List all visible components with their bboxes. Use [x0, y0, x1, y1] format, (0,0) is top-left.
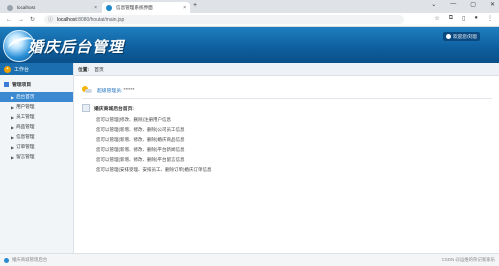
new-tab-button[interactable]: +: [193, 2, 197, 9]
sidebar-item-messages[interactable]: ▶ 留言管理: [0, 152, 73, 162]
browser-tab-localhost[interactable]: localhost ×: [3, 2, 101, 13]
info-title: 婚庆商城后台首页:: [94, 106, 134, 112]
workspace-icon: +: [4, 65, 11, 73]
sidebar-item-home[interactable]: ▶ 后台首页: [0, 92, 73, 102]
caret-right-icon: ▶: [11, 114, 15, 120]
menu-icon[interactable]: ⋮: [487, 15, 493, 22]
sidebar-item-products[interactable]: ▶ 商品管理: [0, 122, 73, 132]
workspace-bar[interactable]: + 工作台: [0, 63, 73, 75]
folder-icon: [4, 82, 9, 87]
list-item: 您可以管理(修改、删除)注册用户信息: [96, 117, 171, 122]
sidebar-item-label: 信息管理: [16, 134, 35, 139]
list-item: 您可以管理(安排受理、安排员工、删除订单)婚庆订单信息: [96, 167, 212, 172]
caret-right-icon: ▶: [11, 154, 15, 160]
divider: [82, 98, 492, 99]
list-item: 您可以管理(新增、修改、删除)平台新闻信息: [96, 147, 185, 152]
user-icon: [446, 34, 451, 39]
url-host: localhost: [57, 16, 77, 23]
system-title: 婚庆后台管理: [28, 38, 125, 56]
extensions-icon[interactable]: ⧉: [449, 15, 453, 22]
site-favicon-icon: [106, 4, 112, 11]
info-icon[interactable]: ⓘ: [48, 16, 53, 23]
reload-icon[interactable]: ↻: [30, 16, 35, 23]
capability-list: 您可以管理(修改、删除)注册用户信息 您可以管理(新增、修改、删除)公司员工信息…: [96, 115, 212, 175]
close-window-icon[interactable]: ✕: [490, 1, 495, 8]
sidebar-item-orders[interactable]: ▶ 订单管理: [0, 142, 73, 152]
caret-right-icon: ▶: [11, 104, 15, 110]
maximize-icon[interactable]: ▢: [470, 1, 476, 8]
sidebar-item-label: 订单管理: [16, 144, 35, 149]
forward-icon[interactable]: →: [18, 17, 24, 23]
footer-logo-icon: [4, 257, 9, 263]
weather-sun-cloud-icon: [82, 86, 92, 94]
tab-title: 信息管理系统界面: [116, 4, 153, 10]
list-item: 您可以管理(新增、修改、删除)婚庆商品信息: [96, 137, 185, 142]
user-button[interactable]: 欢迎您!刘思: [443, 32, 481, 41]
back-icon[interactable]: ←: [6, 17, 12, 23]
caret-right-icon: ▶: [11, 144, 15, 150]
browser-actions: ☆ ⧉ ▯ ● ⋮: [434, 15, 493, 22]
sidebar-item-label: 留言管理: [16, 154, 35, 159]
close-tab-icon[interactable]: ×: [183, 5, 186, 11]
sidebar-item-label: 用户管理: [16, 104, 35, 109]
browser-tab-active[interactable]: 信息管理系统界面 ×: [102, 2, 190, 13]
profile-icon[interactable]: ●: [474, 15, 478, 22]
sidebar-menu: ▶ 后台首页 ▶ 用户管理 ▶ 员工管理 ▶ 商品管理 ▶ 信息管理 ▶ 订单管理 ▶ 留言管…: [0, 92, 73, 162]
welcome-username: ******: [123, 87, 135, 93]
sidebar-item-info[interactable]: ▶ 信息管理: [0, 132, 73, 142]
footer-left-text: 婚庆商城管理后台: [12, 257, 48, 262]
welcome-text: 超级管理员:: [97, 88, 123, 94]
section-header[interactable]: 管理项目: [0, 80, 73, 89]
tab-title: localhost: [17, 5, 36, 10]
section-label: 管理项目: [12, 83, 32, 88]
breadcrumb: 位置: 首页: [74, 63, 499, 76]
footer: 婚庆商城管理后台 CSDN @运维的杂记家家乐: [0, 253, 499, 266]
close-tab-icon[interactable]: ×: [94, 5, 97, 11]
sidebar-item-label: 员工管理: [16, 114, 35, 119]
info-heading: 婚庆商城后台首页:: [82, 104, 134, 112]
chevron-down-icon[interactable]: ⌄: [431, 1, 436, 8]
breadcrumb-home-link[interactable]: 首页: [94, 66, 104, 73]
sidebar-item-staff[interactable]: ▶ 员工管理: [0, 112, 73, 122]
sidebar-item-users[interactable]: ▶ 用户管理: [0, 102, 73, 112]
list-item: 您可以管理(新增、修改、删除)平台留言信息: [96, 157, 185, 162]
list-item: 您可以管理(新增、修改、删除)公司员工信息: [96, 127, 185, 132]
breadcrumb-label: 位置:: [78, 67, 90, 73]
caret-right-icon: ▶: [11, 134, 15, 140]
minimize-icon[interactable]: —: [450, 1, 456, 8]
caret-right-icon: ▶: [11, 124, 15, 130]
sidebar-item-label: 后台首页: [16, 94, 35, 99]
workspace-label: 工作台: [14, 66, 30, 73]
star-icon[interactable]: ☆: [434, 15, 439, 22]
user-button-label: 欢迎您!刘思: [453, 33, 478, 39]
url-path: :8080/houtai/main.jsp: [76, 16, 125, 23]
globe-icon: [7, 4, 13, 11]
footer-right-text: CSDN @运维的杂记家家乐: [441, 257, 495, 262]
window-controls: ⌄ — ▢ ✕: [431, 1, 495, 8]
welcome-row: 超级管理员: ******: [82, 86, 135, 94]
caret-right-icon: ▶: [11, 94, 15, 100]
sidepanel-icon[interactable]: ▯: [462, 15, 465, 22]
document-icon: [82, 104, 90, 112]
address-bar[interactable]: ⓘ localhost :8080/houtai/main.jsp: [44, 15, 404, 24]
sidebar-item-label: 商品管理: [16, 124, 35, 129]
